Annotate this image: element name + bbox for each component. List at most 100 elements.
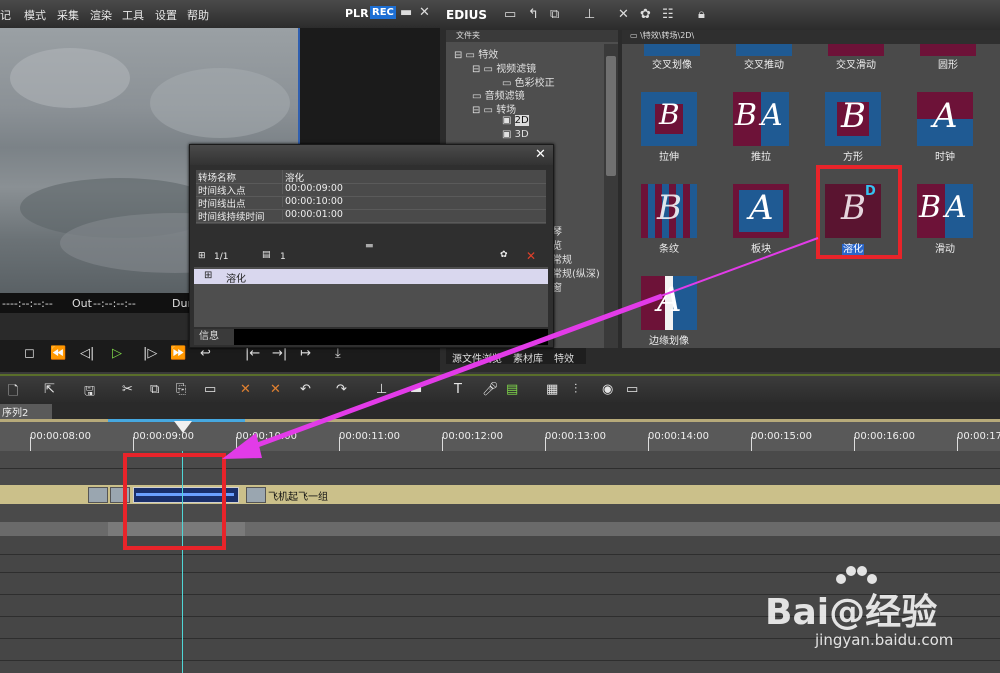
properties-icon[interactable]: ✿ — [640, 7, 651, 22]
tree-item-3d[interactable]: ▣ 3D — [502, 129, 529, 140]
rewind-icon[interactable]: ⏪ — [50, 346, 66, 361]
effect-label[interactable]: 滑动 — [900, 240, 990, 255]
menu-item-partial[interactable]: 记 — [0, 7, 11, 23]
color-icon[interactable]: ◉ — [602, 382, 613, 397]
save-icon[interactable]: 🖫︎ — [84, 382, 95, 404]
render-icon[interactable]: ▤ — [506, 382, 518, 397]
lock-icon[interactable]: 🔒︎ — [698, 7, 705, 22]
settings-icon[interactable]: ✿ — [500, 250, 508, 260]
mixer-icon[interactable]: ⫶ — [574, 382, 577, 397]
tree-item-transitions[interactable]: ⊟ ▭ 转场 — [472, 101, 516, 116]
menu-item-tools[interactable]: 工具 — [122, 7, 144, 23]
marker-icon[interactable]: ▬ — [410, 382, 422, 397]
undo-icon[interactable]: ↶ — [300, 382, 311, 397]
stop-icon[interactable]: ◻ — [24, 346, 35, 361]
tab-bin[interactable]: 素材库 — [513, 350, 543, 365]
filter-icon[interactable]: ⊥ — [584, 7, 595, 22]
tab-effects[interactable]: 特效 — [554, 350, 574, 365]
up-folder-icon[interactable]: ↰ — [528, 7, 539, 22]
grid-view-icon[interactable]: ☷ — [662, 7, 674, 22]
set-out-icon[interactable]: →| — [272, 346, 287, 361]
delete-gap-icon[interactable]: ✕ — [270, 382, 281, 397]
menu-item-mode[interactable]: 模式 — [24, 7, 46, 23]
effect-label[interactable]: 板块 — [716, 240, 806, 255]
export-icon[interactable]: ▭ — [626, 382, 638, 397]
tab-sequence[interactable]: 序列2 — [0, 404, 52, 419]
tree-item-partial-3[interactable]: 常规 — [552, 251, 572, 266]
effect-thumb-edge-wipe[interactable]: A — [641, 276, 697, 330]
close-icon[interactable]: ✕ — [419, 5, 430, 20]
rec-mode-button[interactable]: REC — [370, 6, 396, 19]
loop-icon[interactable]: ↩ — [200, 346, 211, 361]
ripple-delete-icon[interactable]: ✕ — [240, 382, 251, 397]
tab-source-browser[interactable]: 源文件浏览 — [452, 350, 502, 365]
tree-scrollbar[interactable] — [604, 44, 618, 348]
effect-label[interactable]: 条纹 — [624, 240, 714, 255]
tree-item-effects[interactable]: ⊟ ▭ 特效 — [454, 46, 498, 61]
delete-icon[interactable]: ✕ — [618, 7, 629, 22]
menu-item-capture[interactable]: 采集 — [57, 7, 79, 23]
effect-thumb-circle[interactable] — [920, 44, 976, 56]
link-icon[interactable]: ▭ — [204, 382, 216, 397]
title-icon[interactable]: T — [454, 382, 462, 397]
info-table: 转场名称 溶化 时间线入点 00:00:09:00 时间线出点 00:00:10:00… — [196, 170, 546, 224]
effect-label[interactable]: 方形 — [808, 148, 898, 163]
effect-label[interactable]: 时钟 — [900, 148, 990, 163]
set-in-icon[interactable]: |← — [245, 346, 260, 361]
play-icon[interactable]: ▷ — [112, 346, 122, 361]
effect-label[interactable]: 交叉滑动 — [811, 56, 901, 71]
menu-item-settings[interactable]: 设置 — [155, 7, 177, 23]
playhead-handle[interactable] — [174, 421, 192, 433]
effect-label[interactable]: 边缘划像 — [624, 332, 714, 347]
copy-icon[interactable]: ⧉ — [150, 382, 159, 397]
delete-icon[interactable]: ✕ — [526, 249, 536, 263]
scrollbar-thumb[interactable] — [606, 56, 616, 176]
effect-label[interactable]: 交叉划像 — [627, 56, 717, 71]
overwrite-icon[interactable]: ⤓ — [335, 346, 341, 361]
new-sequence-icon[interactable]: 🗋︎ — [8, 382, 18, 404]
minimize-icon[interactable]: ▬ — [400, 5, 412, 20]
effect-thumb-cross-push[interactable] — [736, 44, 792, 56]
plr-mode-button[interactable]: PLR — [345, 7, 369, 20]
tree-item-2d[interactable]: ▣ 2D — [502, 115, 529, 126]
effect-label[interactable]: 拉伸 — [624, 148, 714, 163]
paste-icon[interactable]: ⎘ — [176, 382, 186, 397]
dialog-titlebar[interactable]: ✕ — [190, 145, 553, 165]
list-item[interactable]: ⊞ 溶化 — [194, 269, 548, 285]
effect-thumb-stretch[interactable]: B — [641, 92, 697, 146]
view-icon[interactable]: ⧉ — [550, 7, 559, 22]
effect-label[interactable]: 圆形 — [903, 56, 993, 71]
expand-icon[interactable]: ⊞ — [198, 251, 206, 261]
effect-label[interactable]: 交叉推动 — [719, 56, 809, 71]
grid-icon[interactable]: ▦ — [546, 382, 558, 397]
ruler-label: 00:00:10:00 — [236, 431, 298, 442]
open-project-icon[interactable]: ⇱ — [44, 382, 55, 397]
effect-thumb-blocks[interactable]: A — [733, 184, 789, 238]
step-forward-icon[interactable]: |▷ — [143, 346, 157, 361]
insert-icon[interactable]: ↦ — [300, 346, 311, 361]
effect-thumb-stripes[interactable]: B — [641, 184, 697, 238]
microphone-icon[interactable]: 🎤︎ — [482, 382, 499, 397]
tree-item-partial-4[interactable]: 常规(纵深) — [552, 265, 600, 280]
effect-thumb-square[interactable]: B — [825, 92, 881, 146]
cut-icon[interactable]: ✂ — [122, 382, 133, 397]
menu-item-render[interactable]: 渲染 — [90, 7, 112, 23]
timeline-ruler[interactable]: 00:00:08:00 00:00:09:00 00:00:10:00 00:0… — [0, 419, 1000, 451]
menu-item-help[interactable]: 帮助 — [187, 7, 209, 23]
close-icon[interactable]: ✕ — [535, 147, 546, 162]
effect-thumb-cross-slide[interactable] — [828, 44, 884, 56]
effect-thumb-push-pull[interactable]: BA — [733, 92, 789, 146]
step-back-icon[interactable]: ◁| — [80, 346, 94, 361]
effect-thumb-slide[interactable]: BA — [917, 184, 973, 238]
folder-icon[interactable]: ▭ — [504, 7, 516, 22]
redo-icon[interactable]: ↷ — [336, 382, 347, 397]
effect-label[interactable]: 推拉 — [716, 148, 806, 163]
split-icon[interactable]: ⊥ — [376, 382, 387, 397]
tree-item-audio-filters[interactable]: ▭ 音频滤镜 — [472, 87, 525, 102]
tree-item-video-filters[interactable]: ⊟ ▭ 视频滤镜 — [472, 60, 536, 75]
fast-forward-icon[interactable]: ⏩ — [170, 346, 186, 361]
clip-thumbnail — [246, 487, 266, 503]
effect-thumb-cross-wipe[interactable] — [644, 44, 700, 56]
info-row: 时间线持续时间 00:00:01:00 — [196, 209, 546, 223]
effect-thumb-clock[interactable]: A — [917, 92, 973, 146]
